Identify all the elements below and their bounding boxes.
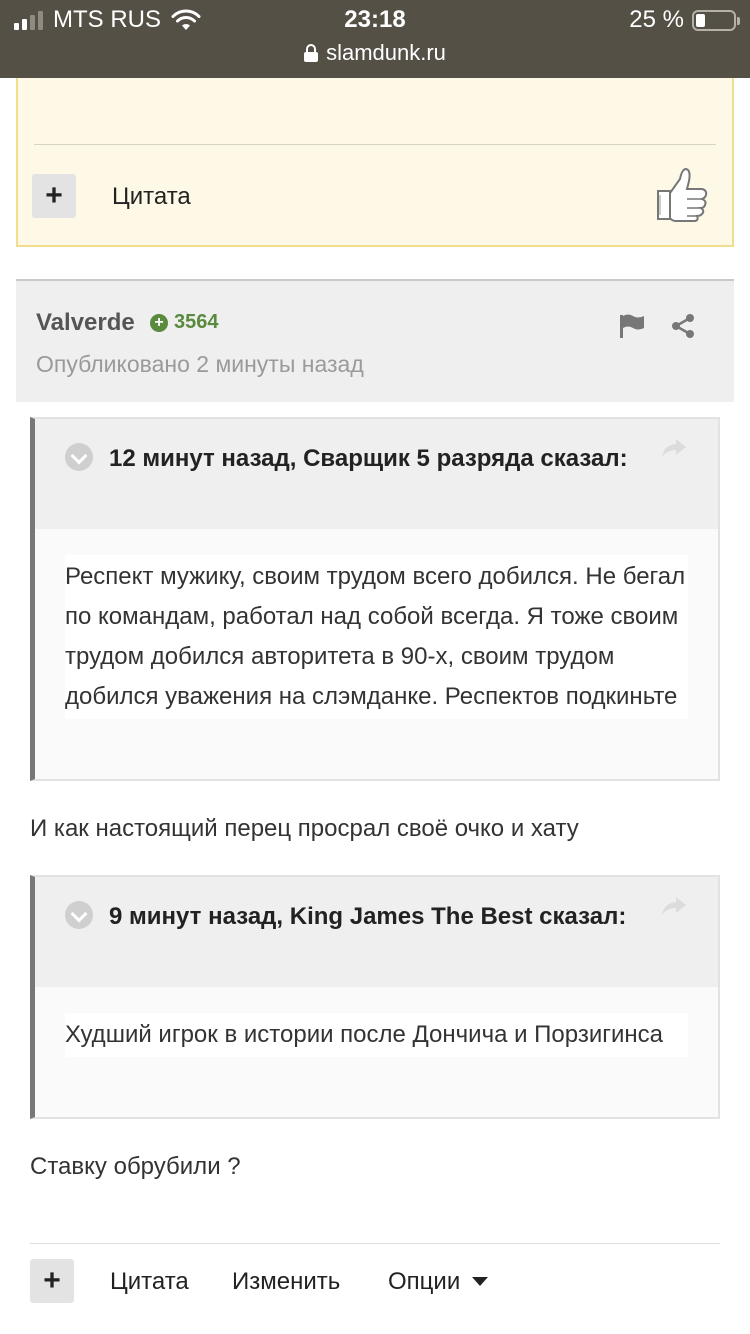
quote-citation: 9 минут назад, King James The Best сказа… <box>109 903 627 930</box>
post-header: Valverde + 3564 Опубликовано 2 минуты на… <box>16 279 734 402</box>
url-text: slamdunk.ru <box>326 40 446 65</box>
chevron-down-icon[interactable] <box>65 900 93 929</box>
lock-icon <box>304 44 319 62</box>
quote-header[interactable]: 9 минут назад, King James The Best сказа… <box>35 877 718 987</box>
quote-block: 12 минут назад, Сварщик 5 разряда сказал… <box>30 417 720 781</box>
reply-text: Ставку обрубили ? <box>30 1153 241 1180</box>
reputation-count: 3564 <box>174 311 219 333</box>
flag-icon[interactable] <box>618 313 646 339</box>
share-icon[interactable] <box>670 313 696 339</box>
caret-down-icon <box>472 1277 489 1286</box>
address-bar[interactable]: slamdunk.ru <box>0 40 750 66</box>
battery-percent: 25 % <box>629 6 684 33</box>
edit-button[interactable]: Изменить <box>232 1268 340 1296</box>
options-button[interactable]: Опции <box>388 1268 489 1296</box>
thumbs-up-icon[interactable] <box>654 165 710 223</box>
jump-to-post-icon[interactable] <box>660 437 688 459</box>
quote-text: Респект мужику, своим трудом всего добил… <box>65 555 688 719</box>
author-name[interactable]: Valverde <box>36 309 135 337</box>
plus-circle-icon: + <box>150 313 168 332</box>
chevron-down-icon[interactable] <box>65 442 93 471</box>
published-time: Опубликовано 2 минуты назад <box>36 351 364 377</box>
quote-button[interactable]: Цитата <box>110 1268 189 1296</box>
quote-text: Худший игрок в истории после Дончича и П… <box>65 1013 688 1057</box>
divider <box>30 1243 720 1244</box>
quote-citation: 12 минут назад, Сварщик 5 разряда сказал… <box>109 445 628 472</box>
plus-button[interactable]: + <box>32 174 76 218</box>
options-label: Опции <box>388 1268 461 1295</box>
divider <box>34 144 716 145</box>
previous-post-footer: + Цитата <box>16 60 734 247</box>
quote-block: 9 минут назад, King James The Best сказа… <box>30 875 720 1119</box>
plus-button[interactable]: + <box>30 1259 74 1303</box>
battery-icon <box>692 9 740 31</box>
quote-header[interactable]: 12 минут назад, Сварщик 5 разряда сказал… <box>35 419 718 529</box>
reply-text: И как настоящий перец просрал своё очко … <box>30 815 579 842</box>
status-bar: MTS RUS 23:18 25 % slamdunk.ru <box>0 0 750 78</box>
quote-button[interactable]: Цитата <box>112 183 191 211</box>
reputation-badge: + 3564 <box>150 311 219 334</box>
battery-level <box>696 13 705 27</box>
jump-to-post-icon[interactable] <box>660 895 688 917</box>
battery-group: 25 % <box>629 6 740 34</box>
